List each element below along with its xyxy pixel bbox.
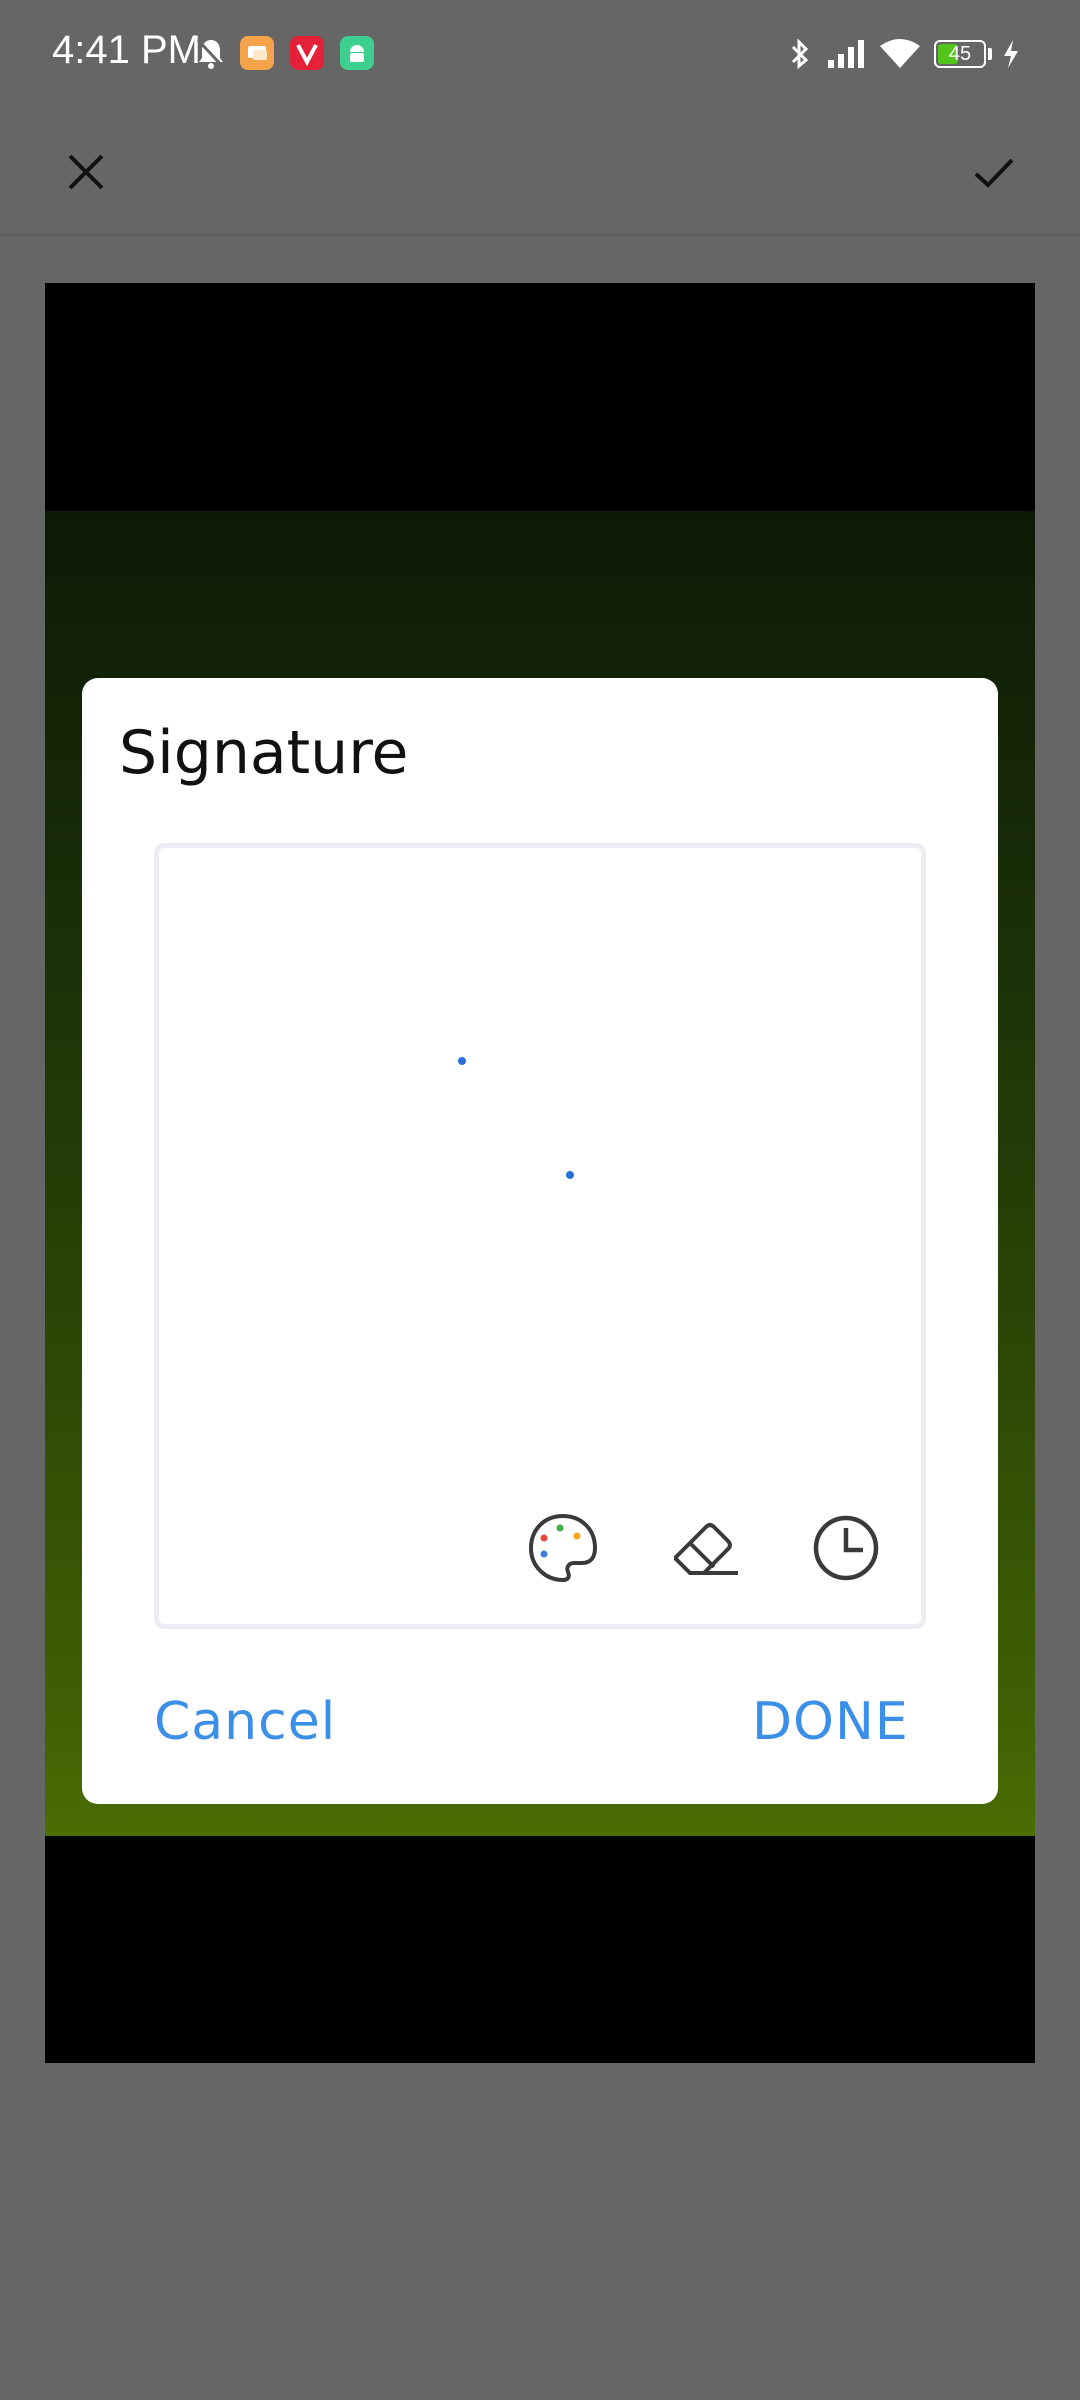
palette-icon (528, 1513, 598, 1583)
dialog-title: Signature (119, 718, 409, 788)
done-button[interactable]: DONE (752, 1692, 909, 1752)
bluetooth-icon (788, 38, 812, 77)
signature-dialog: Signature Cancel DONE (82, 678, 998, 1804)
android-app-icon (340, 36, 374, 70)
signature-pad[interactable] (154, 843, 926, 1629)
history-clock-icon (813, 1515, 879, 1581)
editor-toolbar (0, 110, 1080, 236)
battery-level: 45 (948, 43, 972, 65)
eraser-button[interactable] (665, 1508, 745, 1588)
close-icon (68, 154, 104, 190)
history-button[interactable] (806, 1508, 886, 1588)
status-bar: 4:41 PM 45 (0, 0, 1080, 110)
chat-app-icon (240, 36, 274, 70)
signature-stroke (458, 1057, 466, 1065)
vivaldi-app-icon (290, 36, 324, 70)
eraser-icon (674, 1523, 738, 1575)
cancel-button[interactable]: Cancel (154, 1692, 336, 1752)
confirm-button[interactable] (958, 136, 1030, 208)
signal-icon (826, 38, 870, 75)
signature-stroke (566, 1171, 574, 1179)
status-time: 4:41 PM (52, 28, 201, 72)
check-icon (974, 158, 1014, 188)
close-button[interactable] (50, 136, 122, 208)
mute-bell-icon (194, 36, 228, 77)
color-picker-button[interactable] (523, 1508, 603, 1588)
battery-tip (988, 48, 992, 60)
charging-icon (1000, 38, 1022, 75)
wifi-icon (878, 38, 922, 75)
battery-icon: 45 (934, 40, 986, 68)
